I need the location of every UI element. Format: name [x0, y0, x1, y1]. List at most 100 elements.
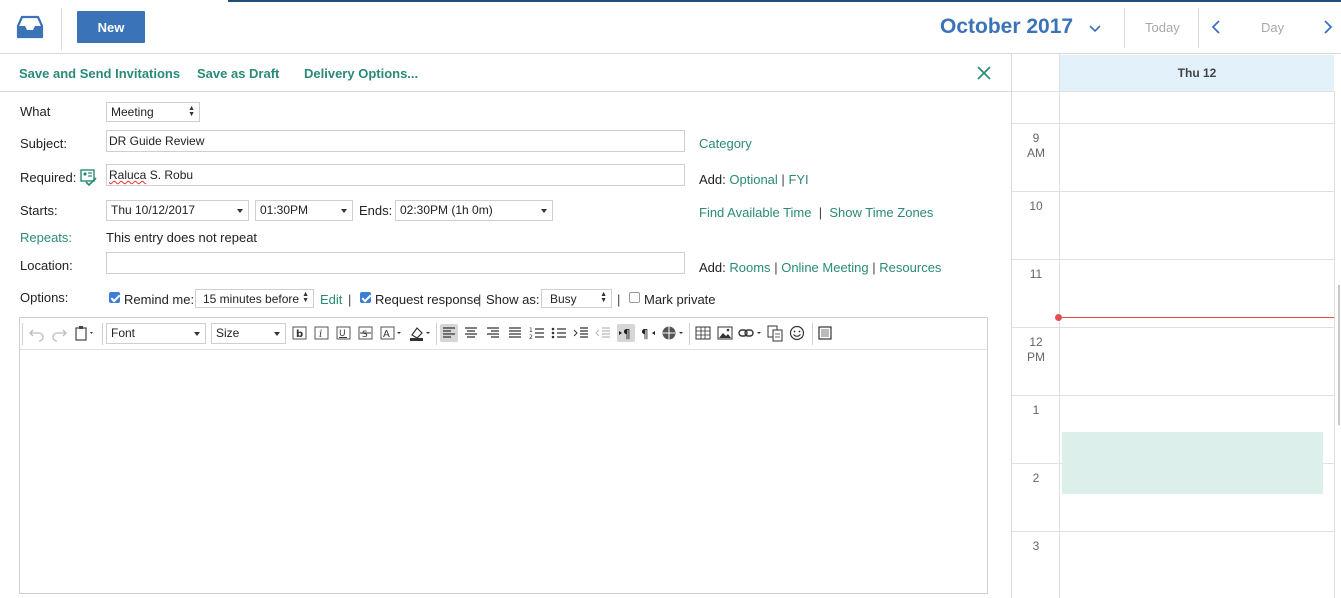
- svg-text:S: S: [362, 330, 368, 340]
- end-time-select[interactable]: 02:30PM (1h 0m): [395, 200, 553, 221]
- hour-label-9am: 9 AM: [1012, 131, 1060, 161]
- language-icon[interactable]: [661, 324, 685, 342]
- redo-icon[interactable]: [50, 324, 68, 342]
- show-as-select[interactable]: Busy ▲ ▼: [541, 289, 612, 308]
- today-button[interactable]: Today: [1145, 20, 1180, 35]
- toolbar-divider: [436, 323, 437, 345]
- dropdown-arrow-icon: [194, 332, 200, 336]
- indent-icon[interactable]: [572, 324, 590, 342]
- find-available-time-link[interactable]: Find Available Time: [699, 205, 812, 220]
- hour-line: [1012, 327, 1334, 328]
- reminder-select[interactable]: 15 minutes before ▲ ▼: [195, 289, 314, 308]
- chevron-down-icon[interactable]: [1089, 22, 1101, 37]
- inbox-icon[interactable]: [16, 14, 44, 40]
- optional-link[interactable]: Optional: [729, 172, 777, 187]
- hour-line: [1012, 123, 1334, 124]
- address-book-icon[interactable]: [80, 169, 97, 187]
- current-time-dot: [1055, 314, 1062, 321]
- day-header[interactable]: Thu 12: [1060, 55, 1334, 91]
- save-draft-button[interactable]: Save as Draft: [197, 66, 279, 81]
- delivery-options-button[interactable]: Delivery Options...: [304, 66, 418, 81]
- rooms-link[interactable]: Rooms: [729, 260, 770, 275]
- numbered-list-icon[interactable]: 12: [528, 324, 546, 342]
- show-time-zones-link[interactable]: Show Time Zones: [829, 205, 933, 220]
- svg-text:¶: ¶: [641, 327, 649, 341]
- resources-link[interactable]: Resources: [879, 260, 941, 275]
- start-time-select[interactable]: 01:30PM: [255, 200, 353, 221]
- subject-input[interactable]: DR Guide Review: [106, 130, 685, 152]
- view-day-selector[interactable]: Day: [1261, 20, 1284, 35]
- hour-number: 11: [1029, 267, 1043, 281]
- chevron-left-icon[interactable]: [1211, 20, 1221, 37]
- divider: [1124, 8, 1125, 48]
- emoji-icon[interactable]: [788, 324, 806, 342]
- insert-file-icon[interactable]: [766, 324, 784, 342]
- size-value: Size: [216, 326, 240, 340]
- updown-icon: ▲ ▼: [188, 105, 195, 118]
- fyi-link[interactable]: FYI: [788, 172, 808, 187]
- edit-reminder-link[interactable]: Edit: [320, 292, 342, 307]
- calendar-scrollbar[interactable]: [1338, 285, 1340, 425]
- highlight-color-icon[interactable]: [408, 324, 432, 342]
- repeats-link[interactable]: Repeats:: [20, 230, 72, 245]
- link-icon[interactable]: [738, 324, 764, 342]
- separator: |: [617, 292, 621, 307]
- paragraph-ltr-icon[interactable]: ¶: [617, 324, 635, 342]
- underline-icon[interactable]: U: [335, 324, 353, 342]
- align-right-icon[interactable]: [484, 324, 502, 342]
- dropdown-arrow-icon: [237, 209, 243, 213]
- end-time-value: 02:30PM (1h 0m): [400, 203, 493, 217]
- outdent-icon[interactable]: [594, 324, 612, 342]
- svg-text:A: A: [383, 329, 390, 340]
- italic-icon[interactable]: i: [313, 324, 331, 342]
- request-response-checkbox[interactable]: [360, 292, 371, 303]
- divider: [61, 8, 62, 50]
- source-view-icon[interactable]: [816, 324, 834, 342]
- start-date-value: Thu 10/12/2017: [111, 203, 196, 217]
- text-color-icon[interactable]: A: [379, 324, 403, 342]
- svg-text:1: 1: [529, 327, 533, 334]
- location-input[interactable]: [106, 252, 685, 274]
- day-calendar-panel: [1011, 54, 1341, 598]
- online-meeting-link[interactable]: Online Meeting: [781, 260, 868, 275]
- bulleted-list-icon[interactable]: [550, 324, 568, 342]
- align-left-icon[interactable]: [440, 324, 458, 342]
- align-center-icon[interactable]: [462, 324, 480, 342]
- category-link[interactable]: Category: [699, 136, 752, 151]
- month-title[interactable]: October 2017: [940, 15, 1073, 39]
- separator: |: [781, 172, 785, 187]
- hour-label-11: 11: [1012, 267, 1060, 282]
- remind-me-checkbox[interactable]: [109, 292, 120, 303]
- mark-private-checkbox[interactable]: [629, 292, 640, 303]
- hour-number: 2: [1032, 471, 1040, 485]
- calendar-header-line: [1012, 91, 1334, 92]
- paste-icon[interactable]: [74, 324, 96, 342]
- bold-icon[interactable]: b: [291, 324, 309, 342]
- what-select[interactable]: Meeting ▲ ▼: [106, 102, 200, 122]
- start-date-select[interactable]: Thu 10/12/2017: [106, 200, 249, 221]
- image-icon[interactable]: [716, 324, 734, 342]
- paragraph-rtl-icon[interactable]: ¶: [639, 324, 657, 342]
- hour-number: 1: [1032, 403, 1040, 417]
- toolbar-divider: [689, 323, 690, 345]
- message-body-editor[interactable]: [19, 317, 988, 594]
- size-select[interactable]: Size: [211, 323, 286, 344]
- font-select[interactable]: Font: [106, 323, 206, 344]
- undo-icon[interactable]: [28, 324, 46, 342]
- close-icon[interactable]: [976, 65, 992, 81]
- new-meeting-block[interactable]: [1062, 432, 1323, 494]
- new-button[interactable]: New: [77, 11, 145, 43]
- toolbar-divider: [102, 323, 103, 345]
- repeats-value: This entry does not repeat: [106, 230, 258, 245]
- hour-line: [1012, 395, 1334, 396]
- save-send-invitations-button[interactable]: Save and Send Invitations: [19, 66, 180, 81]
- justify-icon[interactable]: [506, 324, 524, 342]
- hour-number: 3: [1032, 539, 1040, 553]
- table-icon[interactable]: [694, 324, 712, 342]
- mark-private-label: Mark private: [644, 292, 716, 307]
- required-attendees-input[interactable]: Raluca S. Robu: [106, 164, 685, 186]
- subject-label: Subject:: [20, 136, 67, 151]
- strikethrough-icon[interactable]: S: [357, 324, 375, 342]
- chevron-right-icon[interactable]: [1323, 20, 1333, 37]
- add-label: Add:: [699, 172, 726, 187]
